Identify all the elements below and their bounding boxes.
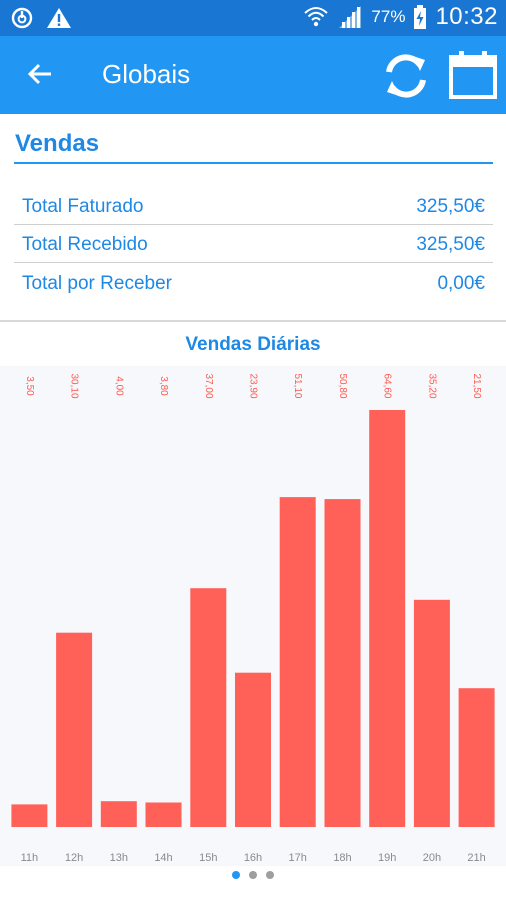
value-label: 30,10 bbox=[69, 373, 80, 398]
page-title: Globais bbox=[102, 59, 191, 89]
bar-18h[interactable] bbox=[324, 499, 361, 827]
value-label: 64,60 bbox=[382, 373, 393, 398]
x-tick-label: 14h bbox=[154, 852, 172, 864]
row-label: Total Faturado bbox=[22, 196, 144, 217]
page-dot[interactable] bbox=[266, 871, 274, 879]
warning-icon bbox=[47, 8, 71, 28]
bar-20h[interactable] bbox=[413, 599, 450, 827]
bar-11h[interactable] bbox=[11, 804, 48, 827]
section-underline bbox=[14, 162, 493, 164]
value-label: 37,00 bbox=[203, 373, 214, 398]
value-label: 4,00 bbox=[113, 376, 124, 396]
section-divider bbox=[0, 320, 506, 322]
row-label: Total por Receber bbox=[22, 273, 172, 294]
bar-14h[interactable] bbox=[145, 802, 182, 828]
value-label: 3,50 bbox=[24, 376, 35, 396]
back-button[interactable] bbox=[22, 56, 58, 92]
status-bar: 77% 10:32 bbox=[0, 0, 506, 36]
x-tick-label: 15h bbox=[199, 852, 217, 864]
sales-section-title: Vendas bbox=[15, 130, 100, 157]
signal-icon bbox=[339, 6, 362, 28]
value-label: 51,10 bbox=[292, 373, 303, 398]
battery-charging-icon bbox=[414, 5, 427, 29]
total-to-receive-row: Total por Receber 0,00€ bbox=[14, 263, 493, 302]
value-label: 35,20 bbox=[426, 373, 437, 398]
row-value: 325,50€ bbox=[416, 234, 485, 255]
calendar-icon bbox=[449, 51, 497, 99]
power-icon bbox=[11, 7, 33, 29]
bar-16h[interactable] bbox=[235, 672, 271, 827]
row-value: 0,00€ bbox=[437, 273, 485, 294]
clock: 10:32 bbox=[435, 3, 498, 30]
x-tick-label: 13h bbox=[110, 852, 128, 864]
total-invoiced-row: Total Faturado 325,50€ bbox=[14, 186, 493, 225]
refresh-button[interactable] bbox=[380, 50, 432, 102]
bar-chart: 3,50 11h 30,10 12h 4,00 13h 3,80 14h 37,00 15h 23,… bbox=[11, 373, 495, 864]
chart-title: Vendas Diárias bbox=[185, 334, 321, 355]
status-right-icons: 77% 10:32 bbox=[303, 3, 498, 31]
x-tick-label: 12h bbox=[65, 852, 83, 864]
value-label: 23,90 bbox=[248, 373, 259, 398]
x-tick-label: 20h bbox=[423, 852, 441, 864]
daily-sales-chart[interactable]: 3,50 11h 30,10 12h 4,00 13h 3,80 14h 37,00 15h 23,… bbox=[0, 366, 506, 866]
app-bar: Globais bbox=[0, 36, 506, 114]
page-dot[interactable] bbox=[249, 871, 257, 879]
x-tick-label: 16h bbox=[244, 852, 262, 864]
bar-21h[interactable] bbox=[458, 688, 495, 827]
refresh-icon bbox=[386, 54, 426, 98]
bar-13h[interactable] bbox=[100, 801, 137, 827]
value-label: 21,50 bbox=[471, 373, 482, 398]
battery-percent: 77% bbox=[371, 7, 406, 26]
value-label: 50,80 bbox=[337, 373, 348, 398]
total-received-row: Total Recebido 325,50€ bbox=[14, 224, 493, 263]
value-label: 3,80 bbox=[158, 376, 169, 396]
status-left-icons bbox=[10, 6, 72, 30]
bar-17h[interactable] bbox=[279, 497, 316, 827]
wifi-icon bbox=[304, 7, 329, 27]
page-indicator bbox=[0, 868, 506, 882]
x-tick-label: 21h bbox=[467, 852, 485, 864]
x-tick-label: 17h bbox=[289, 852, 307, 864]
bar-15h[interactable] bbox=[190, 588, 227, 827]
calendar-button[interactable] bbox=[446, 48, 500, 102]
row-value: 325,50€ bbox=[416, 196, 485, 217]
bar-19h[interactable] bbox=[369, 410, 406, 827]
x-tick-label: 18h bbox=[333, 852, 351, 864]
page-dot[interactable] bbox=[232, 871, 240, 879]
row-label: Total Recebido bbox=[22, 234, 148, 255]
arrow-left-icon bbox=[27, 63, 51, 85]
x-tick-label: 19h bbox=[378, 852, 396, 864]
bar-12h[interactable] bbox=[56, 632, 93, 827]
x-tick-label: 11h bbox=[21, 852, 39, 864]
